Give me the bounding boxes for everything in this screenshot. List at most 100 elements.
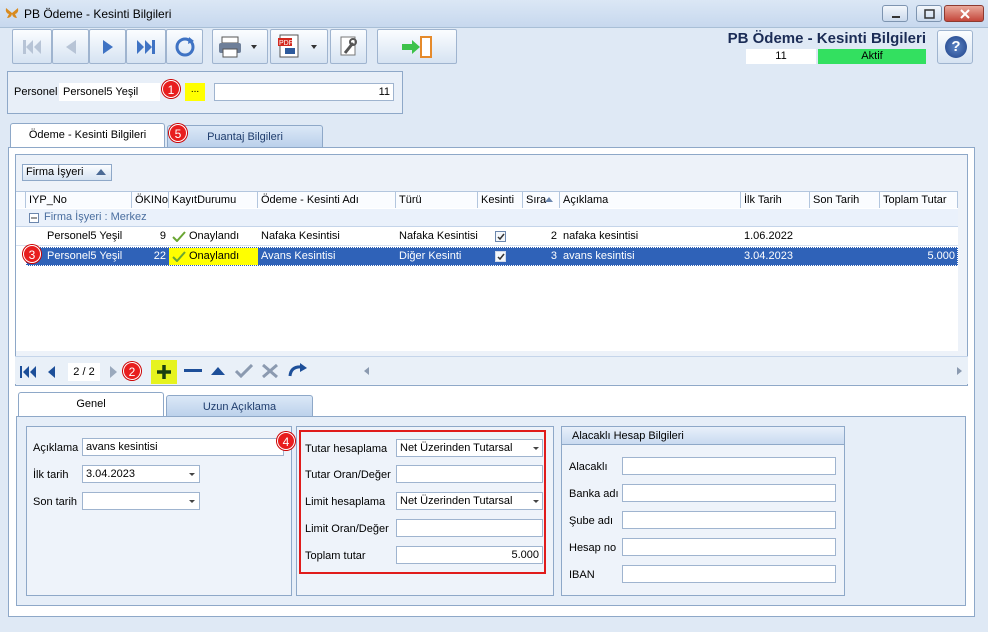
nav-first-icon[interactable] <box>20 365 38 379</box>
check-icon <box>172 231 186 242</box>
callout-badge-5: 5 <box>169 124 187 142</box>
kesinti-checkbox[interactable] <box>495 251 506 262</box>
cell-ilk-tarih: 3.04.2023 <box>744 250 793 262</box>
kesinti-checkbox[interactable] <box>495 231 506 242</box>
plus-icon <box>157 365 171 379</box>
refresh-grid-icon[interactable] <box>288 363 308 379</box>
sube-adi-input[interactable] <box>622 511 836 529</box>
wrench-icon <box>340 36 357 55</box>
print-button[interactable] <box>212 29 268 64</box>
chevron-down-icon <box>533 447 539 450</box>
tab-puantaj[interactable]: Puantaj Bilgileri <box>167 125 323 148</box>
tab-genel[interactable]: Genel <box>18 392 164 417</box>
tab-uzun-aciklama[interactable]: Uzun Açıklama <box>166 395 313 418</box>
group-by-chip[interactable]: Firma İşyeri <box>22 164 112 181</box>
alacakli-input[interactable] <box>622 457 836 475</box>
refresh-icon <box>175 36 194 56</box>
chevron-down-icon <box>533 500 539 503</box>
column-header-turu[interactable]: Türü <box>396 192 478 208</box>
tutar-oran-label: Tutar Oran/Değer <box>305 469 391 481</box>
tab-odeme-kesinti[interactable]: Ödeme - Kesinti Bilgileri <box>10 123 165 148</box>
alacakli-label: Alacaklı <box>569 461 608 473</box>
tutar-oran-input[interactable] <box>396 465 543 483</box>
limit-hesaplama-label: Limit hesaplama <box>305 496 386 508</box>
previous-record-button[interactable] <box>52 29 89 64</box>
nav-next-icon[interactable] <box>109 365 119 379</box>
hesap-no-input[interactable] <box>622 538 836 556</box>
maximize-button[interactable] <box>916 5 942 22</box>
personel-picker-button[interactable]: ... <box>185 83 205 101</box>
column-header-sira[interactable]: Sıra <box>523 192 560 208</box>
help-button[interactable]: ? <box>937 30 973 64</box>
next-record-button[interactable] <box>89 29 126 64</box>
first-record-button[interactable] <box>12 29 52 64</box>
exit-button[interactable] <box>377 29 457 64</box>
minimize-icon <box>892 16 900 18</box>
refresh-button[interactable] <box>166 29 203 64</box>
column-header-toplam-tutar[interactable]: Toplam Tutar <box>880 192 958 208</box>
column-header-aciklama[interactable]: Açıklama <box>560 192 741 208</box>
settings-button[interactable] <box>330 29 367 64</box>
limit-oran-input[interactable] <box>396 519 543 537</box>
last-record-icon <box>137 39 155 54</box>
scroll-left-icon[interactable] <box>364 367 370 375</box>
help-icon: ? <box>945 36 967 58</box>
banka-adi-input[interactable] <box>622 484 836 502</box>
ilk-tarih-value: 3.04.2023 <box>86 468 135 480</box>
personel-code-input[interactable] <box>214 83 394 101</box>
checkmark-icon <box>497 233 505 241</box>
iban-input[interactable] <box>622 565 836 583</box>
cell-son-tarih <box>810 247 880 265</box>
son-tarih-datepicker[interactable] <box>82 492 200 510</box>
column-header-ilk-tarih[interactable]: İlk Tarih <box>741 192 810 208</box>
tutar-hesaplama-select[interactable]: Net Üzerinden Tutarsal <box>396 439 543 457</box>
son-tarih-label: Son tarih <box>33 496 78 508</box>
delete-record-icon[interactable] <box>184 368 202 374</box>
minimize-button[interactable] <box>882 5 908 22</box>
sort-ascending-icon <box>545 197 553 202</box>
toplam-tutar-input[interactable] <box>396 546 543 564</box>
hesap-no-label: Hesap no <box>569 542 617 554</box>
close-button[interactable] <box>944 5 984 22</box>
column-header-kesinti[interactable]: Kesinti <box>478 192 523 208</box>
grid-indicator-header <box>16 192 26 208</box>
chevron-down-icon <box>189 473 195 476</box>
add-record-button[interactable] <box>151 360 177 384</box>
maximize-icon <box>924 9 935 19</box>
checkmark-icon <box>497 253 505 261</box>
callout-badge-4: 4 <box>277 432 295 450</box>
last-record-button[interactable] <box>126 29 166 64</box>
title-bar: PB Ödeme - Kesinti Bilgileri <box>0 0 988 28</box>
cell-iyp-no: Personel5 Yeşil <box>47 230 123 242</box>
grid-group-row[interactable]: Firma İşyeri : Merkez <box>16 209 958 227</box>
cell-kayit-durumu: Onaylandı <box>189 250 240 262</box>
column-header-iyp-no[interactable]: IYP_No <box>26 192 132 208</box>
record-number: 11 <box>746 49 816 64</box>
column-header-odeme-kesinti-adi[interactable]: Ödeme - Kesinti Adı <box>258 192 396 208</box>
ilk-tarih-datepicker[interactable]: 3.04.2023 <box>82 465 200 483</box>
aciklama-input[interactable] <box>82 438 284 456</box>
limit-hesaplama-select[interactable]: Net Üzerinden Tutarsal <box>396 492 543 510</box>
column-header-sira-label: Sıra <box>526 194 547 206</box>
save-record-icon[interactable] <box>235 364 253 378</box>
butterfly-icon <box>5 8 19 18</box>
cell-turu: Nafaka Kesintisi <box>399 230 478 242</box>
scroll-right-icon[interactable] <box>957 367 963 375</box>
edit-record-icon[interactable] <box>211 364 225 376</box>
cancel-edit-icon[interactable] <box>262 364 278 378</box>
personel-input[interactable] <box>59 83 160 101</box>
exit-door-icon <box>402 35 432 58</box>
callout-badge-1: 1 <box>162 80 180 98</box>
personel-label: Personel <box>14 86 58 98</box>
chevron-down-icon <box>189 500 195 503</box>
sort-ascending-icon <box>96 169 106 175</box>
cell-toplam-tutar: 5.000 <box>927 250 955 262</box>
column-header-kayit-durumu[interactable]: KayıtDurumu <box>169 192 258 208</box>
column-header-oki-no[interactable]: ÖKINo <box>132 192 169 208</box>
alacakli-group-title: Alacaklı Hesap Bilgileri <box>562 427 844 445</box>
column-header-son-tarih[interactable]: Son Tarih <box>810 192 880 208</box>
previous-icon <box>65 39 76 54</box>
nav-prev-icon[interactable] <box>46 365 56 379</box>
cell-toplam-tutar <box>880 227 958 245</box>
export-pdf-button[interactable]: PDF <box>270 29 328 64</box>
